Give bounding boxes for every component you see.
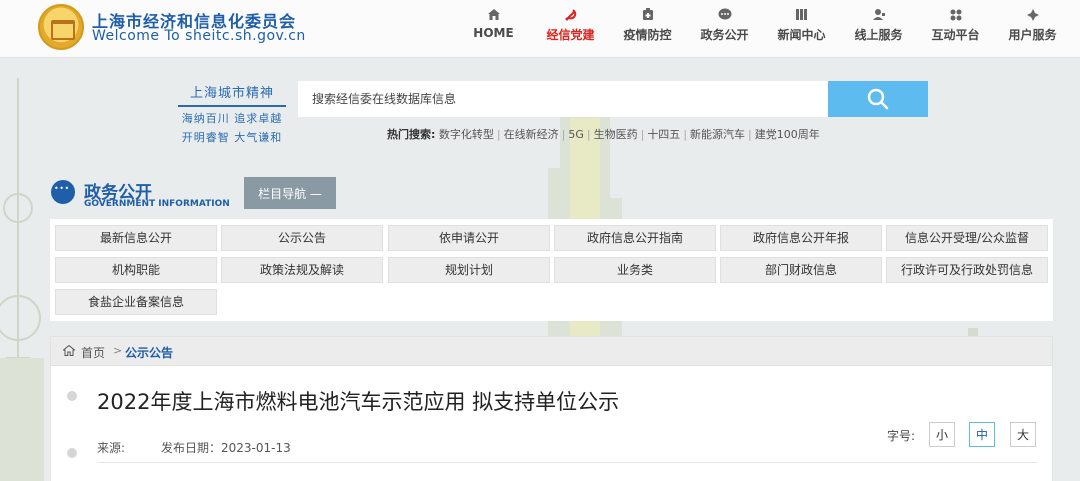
breadcrumb-separator: > xyxy=(113,344,123,357)
font-size-small-button[interactable]: 小 xyxy=(929,422,955,447)
hot-search-link[interactable]: 生物医药 xyxy=(594,128,638,141)
hot-search-link[interactable]: 数字化转型 xyxy=(439,128,494,141)
article-title: 2022年度上海市燃料电池汽车示范应用 拟支持单位公示 xyxy=(97,390,620,414)
bullet-dot xyxy=(67,448,77,458)
category-item[interactable]: 机构职能 xyxy=(55,257,217,283)
site-name-en[interactable]: Welcome To sheitc.sh.gov.cn xyxy=(92,28,306,44)
font-size-label: 字号: xyxy=(887,429,916,443)
nav-label: 互动平台 xyxy=(931,28,980,42)
main-nav: HOME 经信党建 疫情防控 政务公开 新闻中心 线上服务 互动平台 用户服务 xyxy=(455,0,1071,58)
nav-item-party-building[interactable]: 经信党建 xyxy=(532,0,609,58)
party-emblem-icon xyxy=(532,0,609,26)
breadcrumb-home[interactable]: 首页 xyxy=(81,344,105,361)
nav-item-epidemic[interactable]: 疫情防控 xyxy=(609,0,686,58)
hot-searches: 热门搜索: 数字化转型 | 在线新经济 | 5G | 生物医药 | 十四五 | 新能源汽车 | 建党10… xyxy=(387,128,820,141)
nav-label: 用户服务 xyxy=(1008,28,1057,42)
site-logo[interactable] xyxy=(38,4,84,50)
site-header: 上海市经济和信息化委员会 Welcome To sheitc.sh.gov.cn… xyxy=(0,0,1080,58)
hot-search-link[interactable]: 建党100周年 xyxy=(755,128,820,141)
article-date: 发布日期：2023-01-13 xyxy=(161,441,291,455)
article-panel: 2022年度上海市燃料电池汽车示范应用 拟支持单位公示 来源: 发布日期：202… xyxy=(50,366,1053,481)
font-size-large-button[interactable]: 大 xyxy=(1010,422,1036,447)
news-icon xyxy=(763,0,840,26)
nav-item-user-service[interactable]: 用户服务 xyxy=(994,0,1071,58)
nav-label: 疫情防控 xyxy=(623,28,672,42)
category-item[interactable]: 依申请公开 xyxy=(388,225,550,251)
nav-label: HOME xyxy=(473,26,514,40)
hot-search-label: 热门搜索: xyxy=(387,128,436,141)
category-item[interactable]: 行政许可及行政处罚信息 xyxy=(886,257,1048,283)
section-subtitle: GOVERNMENT INFORMATION xyxy=(84,199,230,209)
category-item[interactable]: 规划计划 xyxy=(388,257,550,283)
chat-bubble-icon xyxy=(686,0,763,26)
category-item[interactable]: 食盐企业备案信息 xyxy=(55,289,217,315)
city-spirit-line: 开明睿智 大气谦和 xyxy=(181,131,283,144)
search-icon xyxy=(867,88,889,110)
hot-search-link[interactable]: 十四五 xyxy=(647,128,680,141)
hot-search-link[interactable]: 新能源汽车 xyxy=(690,128,745,141)
breadcrumb: 首页 > 公示公告 xyxy=(50,336,1053,366)
article-source: 来源: xyxy=(97,441,126,455)
interact-icon xyxy=(917,0,994,26)
city-spirit-block: 上海城市精神 海纳百川 追求卓越 开明睿智 大气谦和 xyxy=(178,82,286,145)
nav-item-gov-affairs[interactable]: 政务公开 xyxy=(686,0,763,58)
column-nav-button[interactable]: 栏目导航 — xyxy=(244,177,336,209)
home-icon xyxy=(455,0,532,26)
nav-label: 线上服务 xyxy=(854,28,903,42)
nav-item-home[interactable]: HOME xyxy=(455,0,532,58)
nav-item-online-service[interactable]: 线上服务 xyxy=(840,0,917,58)
hot-search-link[interactable]: 在线新经济 xyxy=(504,128,559,141)
category-item[interactable]: 政府信息公开指南 xyxy=(554,225,716,251)
category-item[interactable]: 公示公告 xyxy=(221,225,383,251)
category-grid: 最新信息公开 公示公告 依申请公开 政府信息公开指南 政府信息公开年报 信息公开… xyxy=(50,219,1053,321)
category-item[interactable]: 业务类 xyxy=(554,257,716,283)
category-item[interactable]: 政府信息公开年报 xyxy=(720,225,882,251)
hot-search-link[interactable]: 5G xyxy=(568,128,584,141)
category-item[interactable]: 部门财政信息 xyxy=(720,257,882,283)
user-icon xyxy=(994,0,1071,26)
search-input[interactable] xyxy=(298,81,828,117)
category-item[interactable]: 信息公开受理/公众监督 xyxy=(886,225,1048,251)
divider xyxy=(97,462,1037,463)
home-icon xyxy=(63,345,75,356)
search-button[interactable] xyxy=(828,81,928,117)
chat-bubble-icon xyxy=(51,180,75,204)
nav-item-news[interactable]: 新闻中心 xyxy=(763,0,840,58)
city-spirit-line: 海纳百川 追求卓越 xyxy=(181,112,283,125)
city-spirit-title: 上海城市精神 xyxy=(178,82,286,107)
nav-label: 经信党建 xyxy=(546,28,595,42)
shield-icon xyxy=(609,0,686,26)
nav-item-interaction[interactable]: 互动平台 xyxy=(917,0,994,58)
bullet-dot xyxy=(67,391,77,401)
breadcrumb-current[interactable]: 公示公告 xyxy=(125,344,173,361)
nav-label: 政务公开 xyxy=(700,28,749,42)
category-item[interactable]: 最新信息公开 xyxy=(55,225,217,251)
category-item[interactable]: 政策法规及解读 xyxy=(221,257,383,283)
nav-label: 新闻中心 xyxy=(777,28,826,42)
font-size-medium-button[interactable]: 中 xyxy=(969,422,995,447)
user-service-icon xyxy=(840,0,917,26)
